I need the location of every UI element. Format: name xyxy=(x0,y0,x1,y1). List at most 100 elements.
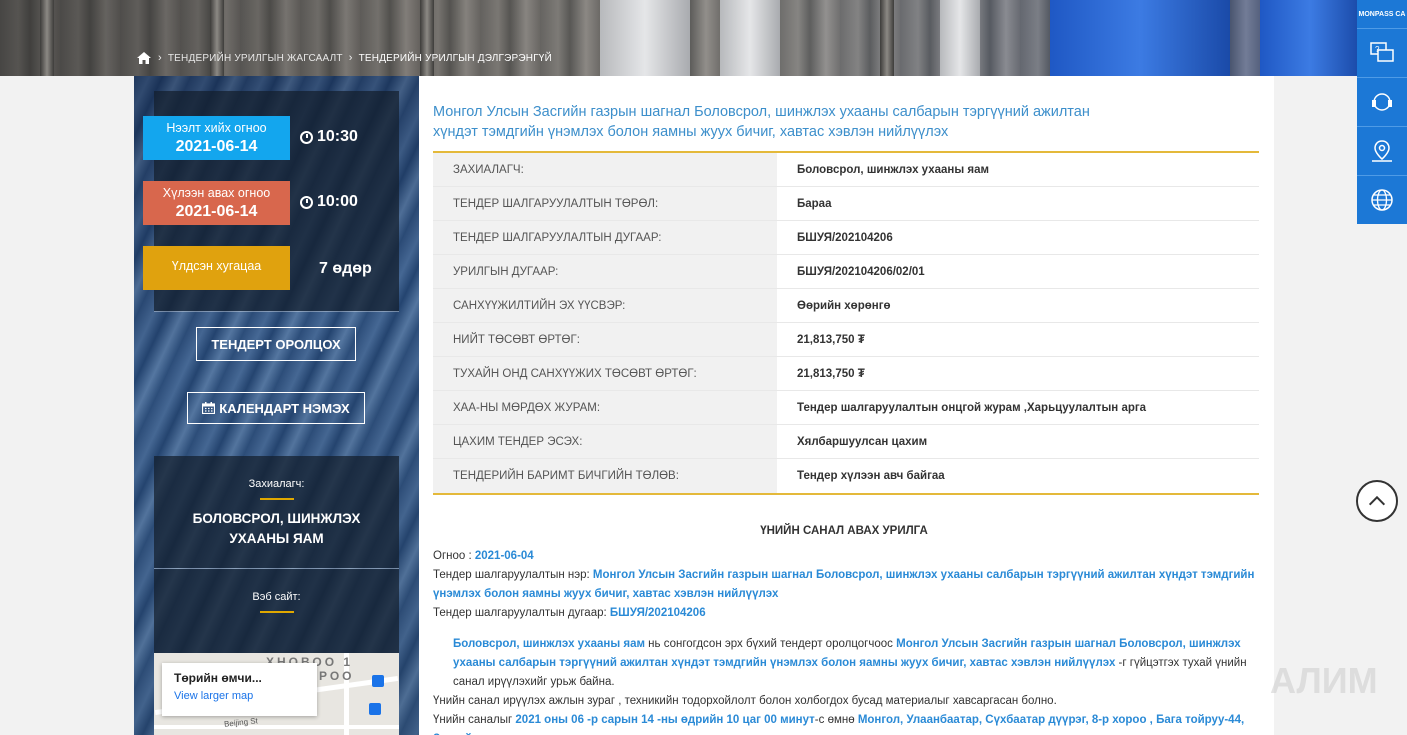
notice-name-label: Тендер шалгаруулалтын нэр: xyxy=(433,569,593,581)
client-value: БОЛОВСРОЛ, ШИНЖЛЭХ УХААНЫ ЯАМ xyxy=(192,510,361,546)
location-button[interactable] xyxy=(1357,126,1407,175)
monpass-logo[interactable]: MONPASS CA xyxy=(1357,0,1407,28)
table-row: ЦАХИМ ТЕНДЕР ЭСЭХ: Хялбаршуулсан цахим xyxy=(433,425,1259,459)
table-row: УРИЛГЫН ДУГААР: БШУЯ/202104206/02/01 xyxy=(433,255,1259,289)
notice-heading: ҮНИЙН САНАЛ АВАХ УРИЛГА xyxy=(760,525,928,537)
open-date-label: Нээлт хийх огноо xyxy=(166,121,267,135)
row-key: САНХҮҮЖИЛТИЙН ЭХ ҮҮСВЭР: xyxy=(433,289,777,322)
notice-paragraph-3: Үнийн саналыг 2021 оны 06 -р сарын 14 -н… xyxy=(433,711,1255,735)
faq-button[interactable]: ? xyxy=(1357,28,1407,77)
notice-number-line: Тендер шалгаруулалтын дугаар: БШУЯ/20210… xyxy=(433,604,1255,623)
table-row: ТЕНДЕР ШАЛГАРУУЛАЛТЫН ДУГААР: БШУЯ/202104… xyxy=(433,221,1259,255)
remaining-value: 7 өдөр xyxy=(319,260,372,277)
client-block: Захиалагч: БОЛОВСРОЛ, ШИНЖЛЭХ УХААНЫ ЯАМ xyxy=(154,456,399,568)
website-label: Вэб сайт: xyxy=(252,591,301,603)
row-key: ТЕНДЕРИЙН БАРИМТ БИЧГИЙН ТӨЛӨВ: xyxy=(433,459,777,493)
calendar-icon xyxy=(202,402,216,415)
table-row: САНХҮҮЖИЛТИЙН ЭХ ҮҮСВЭР: Өөрийн хөрөнгө xyxy=(433,289,1259,323)
client-label: Захиалагч: xyxy=(248,478,305,490)
close-date-label: Хүлээн авах огноо xyxy=(162,186,271,200)
notice-text: -с өмнө xyxy=(814,714,858,726)
gold-underline xyxy=(259,611,294,613)
row-key: ТЕНДЕР ШАЛГАРУУЛАЛТЫН ДУГААР: xyxy=(433,221,777,254)
tender-detail: Монгол Улсын Засгийн газрын шагнал Болов… xyxy=(419,76,1274,735)
table-row: ТЕНДЕР ШАЛГАРУУЛАЛТЫН ТӨРӨЛ: Бараа xyxy=(433,187,1259,221)
gold-underline xyxy=(259,498,294,500)
tender-info-table: ЗАХИАЛАГЧ: Боловсрол, шинжлэх ухааны яам … xyxy=(433,151,1259,495)
table-row: ЗАХИАЛАГЧ: Боловсрол, шинжлэх ухааны яам xyxy=(433,153,1259,187)
map-road xyxy=(154,725,399,729)
view-larger-map-link[interactable]: View larger map xyxy=(174,690,305,702)
question-chat-icon: ? xyxy=(1370,42,1394,62)
row-value: БШУЯ/202104206/02/01 xyxy=(797,265,925,278)
open-time-value: 10:30 xyxy=(317,128,358,145)
map-pin-icon xyxy=(1372,140,1392,162)
notice-paragraph-2: Үнийн санал ирүүлэх ажлын зураг , техник… xyxy=(433,695,1057,707)
headset-icon xyxy=(1372,93,1392,111)
open-time: 10:30 xyxy=(300,128,390,146)
clock-icon xyxy=(300,130,313,144)
svg-text:?: ? xyxy=(1375,45,1380,54)
row-value: Өөрийн хөрөнгө xyxy=(797,299,891,312)
remaining-label: Үлдсэн хугацаа xyxy=(171,259,262,273)
notice-name-line: Тендер шалгаруулалтын нэр: Монгол Улсын … xyxy=(433,566,1255,604)
notice-org: Боловсрол, шинжлэх ухааны яам xyxy=(453,638,645,650)
notice-deadline: 2021 оны 06 -р сарын 14 -ны өдрийн 10 ца… xyxy=(515,714,815,726)
close-time-value: 10:00 xyxy=(317,193,358,210)
row-value: 21,813,750 ₮ xyxy=(797,333,865,346)
add-calendar-label: КАЛЕНДАРТ НЭМЭХ xyxy=(219,400,350,416)
row-key: ЗАХИАЛАГЧ: xyxy=(433,153,777,186)
notice-text: нь сонгогдсон эрх бүхий тендерт оролцогч… xyxy=(644,638,897,650)
scroll-top-button[interactable] xyxy=(1356,480,1398,522)
globe-icon xyxy=(1371,189,1393,211)
chevron-right-icon: › xyxy=(158,52,162,64)
clock-icon xyxy=(300,195,313,209)
row-value: Тендер шалгаруулалтын онцгой журам ,Харь… xyxy=(797,401,1147,414)
language-button[interactable] xyxy=(1357,175,1407,224)
row-key: ТУХАЙН ОНД САНХҮҮЖИХ ТӨСӨВТ ӨРТӨГ: xyxy=(433,357,777,390)
support-button[interactable] xyxy=(1357,77,1407,126)
bus-stop-icon xyxy=(372,675,384,687)
floating-sidebar: MONPASS CA ? xyxy=(1357,0,1407,224)
row-value: 21,813,750 ₮ xyxy=(797,367,865,380)
table-row: ХАА-НЫ МӨРДӨХ ЖУРАМ: Тендер шалгаруулалты… xyxy=(433,391,1259,425)
notice-date-line: Огноо : 2021-06-04 xyxy=(433,547,1255,566)
notice-date: 2021-06-04 xyxy=(474,550,534,562)
row-key: УРИЛГЫН ДУГААР: xyxy=(433,255,777,288)
row-key: ТЕНДЕР ШАЛГАРУУЛАЛТЫН ТӨРӨЛ: xyxy=(433,187,777,220)
remaining-badge: Үлдсэн хугацаа xyxy=(143,246,290,290)
table-row: ТЕНДЕРИЙН БАРИМТ БИЧГИЙН ТӨЛӨВ: Тендер хү… xyxy=(433,459,1259,493)
notice-number-label: Тендер шалгаруулалтын дугаар: xyxy=(433,607,610,619)
close-date-value: 2021-06-14 xyxy=(175,203,258,220)
website-block: Вэб сайт: xyxy=(154,569,399,653)
divider xyxy=(154,311,399,312)
map-area-label-2: РОО xyxy=(319,669,355,683)
invitation-notice: ҮНИЙН САНАЛ АВАХ УРИЛГА Огноо : 2021-06-… xyxy=(433,522,1255,735)
join-tender-button[interactable]: ТЕНДЕРТ ОРОЛЦОХ xyxy=(196,327,356,361)
location-map[interactable]: ХНОВОО 1 РОО Beijing St Төрийн өмчи... V… xyxy=(154,653,399,735)
breadcrumb-item-current: ТЕНДЕРИЙН УРИЛГЫН ДЭЛГЭРЭНГҮЙ xyxy=(358,52,552,64)
tender-summary-panel: Нээлт хийх огноо 2021-06-14 10:30 Хүлээн… xyxy=(134,76,419,735)
chevron-right-icon: › xyxy=(348,52,353,64)
table-row: ТУХАЙН ОНД САНХҮҮЖИХ ТӨСӨВТ ӨРТӨГ: 21,813… xyxy=(433,357,1259,391)
row-value: БШУЯ/202104206 xyxy=(797,231,893,244)
row-value: Тендер хүлээн авч байгаа xyxy=(797,470,945,482)
table-row: НИЙТ ТӨСӨВТ ӨРТӨГ: 21,813,750 ₮ xyxy=(433,323,1259,357)
add-calendar-button[interactable]: КАЛЕНДАРТ НЭМЭХ xyxy=(187,392,365,424)
notice-text: Үнийн саналыг xyxy=(433,714,516,726)
breadcrumb: › ТЕНДЕРИЙН УРИЛГЫН ЖАГСААЛТ › ТЕНДЕРИЙН… xyxy=(136,50,552,66)
watermark-logo: АЛИМ xyxy=(1270,660,1378,701)
map-place-name: Төрийн өмчи... xyxy=(174,671,262,685)
breadcrumb-item-list[interactable]: ТЕНДЕРИЙН УРИЛГЫН ЖАГСААЛТ xyxy=(168,53,343,64)
bus-stop-icon xyxy=(369,703,381,715)
chevron-up-icon xyxy=(1368,495,1386,506)
tender-title: Монгол Улсын Засгийн газрын шагнал Болов… xyxy=(433,104,1090,140)
row-value: Боловсрол, шинжлэх ухааны яам xyxy=(797,163,989,176)
home-icon[interactable] xyxy=(136,51,152,65)
row-value: Бараа xyxy=(797,197,832,210)
row-key: НИЙТ ТӨСӨВТ ӨРТӨГ: xyxy=(433,323,777,356)
notice-number: БШУЯ/202104206 xyxy=(609,607,706,619)
row-key: ХАА-НЫ МӨРДӨХ ЖУРАМ: xyxy=(433,391,777,424)
row-key: ЦАХИМ ТЕНДЕР ЭСЭХ: xyxy=(433,425,777,458)
notice-paragraph-1: Боловсрол, шинжлэх ухааны яам нь сонгогд… xyxy=(433,635,1255,692)
